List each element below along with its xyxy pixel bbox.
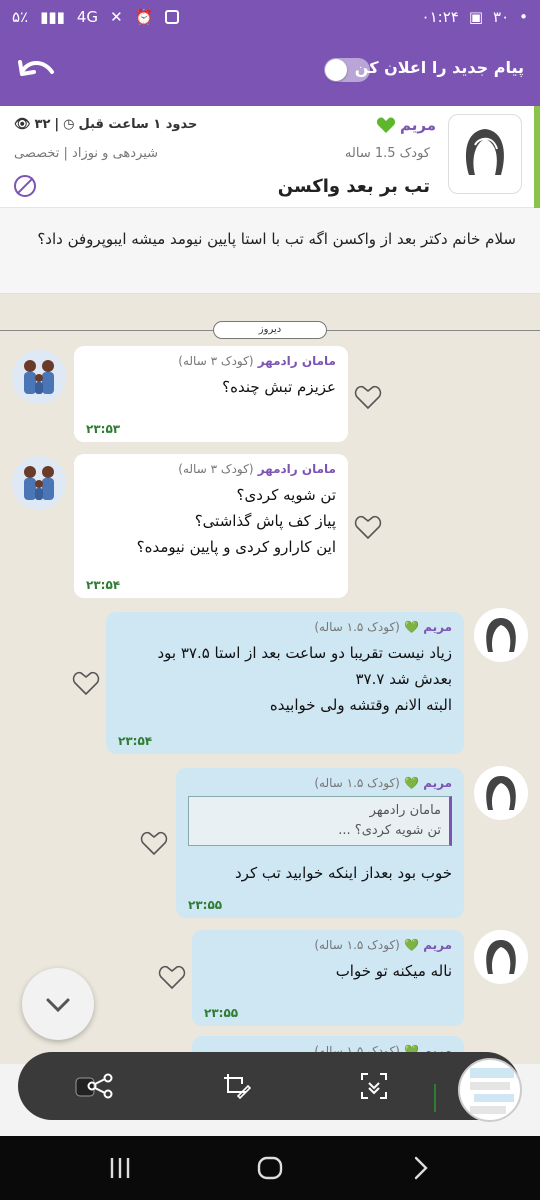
quote-name: مامان رادمهر — [369, 803, 441, 818]
message-text: تن شویه کردی؟ پیاز کف پاش گذاشتی؟ این کا… — [136, 486, 336, 556]
topic-category: شیردهی و نوزاد | تخصصی — [14, 146, 159, 161]
dot-icon: • — [519, 8, 528, 26]
notification-icon — [165, 10, 180, 24]
scan-text-icon[interactable] — [358, 1070, 390, 1102]
author-avatar[interactable] — [448, 114, 522, 194]
heart-outline-icon[interactable] — [354, 384, 382, 410]
question-text: سلام خانم دکتر بعد از واکسن اگه تب با اس… — [37, 230, 516, 248]
topic-title: تب بر بعد واکسن — [277, 176, 430, 197]
topic-author[interactable]: مریم — [376, 116, 436, 134]
message-text: خوب بود بعداز اینکه خوابید تب کرد — [234, 864, 452, 882]
message-bubble[interactable]: مریم 💚 (کودک ۱.۵ ساله) مامان رادمهر تن ش… — [176, 768, 464, 918]
green-heart-icon: 💚 — [404, 938, 419, 952]
scroll-down-button[interactable] — [22, 968, 94, 1040]
woman-avatar-icon — [466, 129, 504, 175]
notify-label: پیام جدید را اعلان کن — [354, 58, 524, 77]
toolbar-divider — [434, 1084, 436, 1112]
crop-edit-icon[interactable] — [220, 1070, 252, 1102]
message-time: ۲۳:۵۵ — [188, 898, 223, 912]
author-name: مریم — [399, 116, 436, 134]
avatar-maryam[interactable] — [474, 766, 528, 820]
question-box: سلام خانم دکتر بعد از واکسن اگه تب با اس… — [0, 208, 540, 294]
sender-name: مامان رادمهر (کودک ۳ ساله) — [178, 354, 336, 368]
message-time: ۲۳:۵۳ — [86, 422, 121, 436]
app-badge: ۳۰ — [493, 8, 510, 26]
alarm-icon: ⏰ — [134, 8, 154, 26]
toggle-knob — [325, 59, 347, 81]
woman-avatar-icon — [486, 776, 516, 810]
eye-icon: 👁 — [14, 117, 31, 132]
back-button[interactable] — [14, 52, 58, 88]
system-nav-bar — [0, 1136, 540, 1200]
green-heart-icon — [376, 117, 396, 133]
family-avatar-icon — [24, 360, 54, 394]
battery-percent: ۵٪ — [12, 8, 29, 26]
status-icons-left: ۵٪ ▮▮▮ 4G ✕ ⏰ — [12, 8, 180, 26]
message-time: ۲۳:۵۴ — [86, 578, 121, 592]
message-bubble[interactable]: مریم 💚 (کودک ۱.۵ ساله) زیاد نیست تقریبا … — [106, 612, 464, 754]
app-bar: پیام جدید را اعلان کن — [0, 34, 540, 106]
woman-avatar-icon — [486, 940, 516, 974]
message-text: ناله میکنه تو خواب — [335, 962, 452, 980]
gallery-icon: ▣ — [468, 8, 484, 26]
heart-outline-icon[interactable] — [72, 670, 100, 696]
message-time: ۲۳:۵۵ — [204, 1006, 239, 1020]
heart-outline-icon[interactable] — [354, 514, 382, 540]
heart-outline-icon[interactable] — [140, 830, 168, 856]
message-time: ۲۳:۵۴ — [118, 734, 153, 748]
recent-apps-icon[interactable] — [106, 1156, 134, 1180]
message-text: زیاد نیست تقریبا دو ساعت بعد از استا ۳۷.… — [157, 644, 452, 714]
meta-separator: | — [54, 117, 60, 132]
heart-outline-icon[interactable] — [158, 964, 186, 990]
author-child-age: کودک 1.5 ساله — [344, 146, 430, 161]
sender-name: مریم 💚 (کودک ۱.۵ ساله) — [314, 620, 452, 634]
message-text: عزیزم تبش چنده؟ — [222, 378, 336, 396]
block-icon[interactable] — [14, 175, 36, 197]
sender-name: مریم 💚 (کودک ۱.۵ ساله) — [314, 938, 452, 952]
screenshot-thumbnail[interactable] — [458, 1058, 522, 1122]
accent-strip — [534, 106, 540, 208]
mute-icon: ✕ — [110, 8, 123, 26]
green-heart-icon: 💚 — [404, 776, 419, 790]
avatar-mamanradmehr[interactable] — [12, 350, 66, 404]
message-bubble[interactable]: مامان رادمهر (کودک ۳ ساله) عزیزم تبش چند… — [74, 346, 348, 442]
green-heart-icon: 💚 — [404, 620, 419, 634]
screenshot-toolbar — [18, 1052, 520, 1120]
reply-quote[interactable]: مامان رادمهر تن شویه کردی؟ ... — [188, 796, 452, 846]
signal-icon: ▮▮▮ — [40, 8, 65, 26]
clock-icon: ◷ — [63, 117, 75, 132]
sender-name: مامان رادمهر (کودک ۳ ساله) — [178, 462, 336, 476]
topic-meta: حدود ۱ ساعت قبل ◷ | ۳۲ 👁 — [14, 117, 197, 132]
chevron-down-icon — [46, 998, 70, 1013]
time-ago: حدود ۱ ساعت قبل — [78, 117, 198, 132]
message-bubble[interactable]: مریم 💚 (کودک ۱.۵ ساله) ناله میکنه تو خوا… — [192, 930, 464, 1026]
clock: ۰۱:۲۴ — [421, 8, 459, 26]
avatar-mamanradmehr[interactable] — [12, 456, 66, 510]
avatar-maryam[interactable] — [474, 930, 528, 984]
quote-text: تن شویه کردی؟ ... — [338, 823, 441, 838]
sender-name: مریم 💚 (کودک ۱.۵ ساله) — [314, 776, 452, 790]
avatar-maryam[interactable] — [474, 608, 528, 662]
chat-area: دیروز مامان رادمهر (کودک ۳ ساله) عزیزم ت… — [0, 294, 540, 1064]
back-nav-icon[interactable] — [406, 1156, 434, 1180]
family-avatar-icon — [24, 466, 54, 500]
network-type: 4G — [76, 8, 99, 26]
share-icon[interactable] — [84, 1070, 116, 1102]
message-bubble[interactable]: مامان رادمهر (کودک ۳ ساله) تن شویه کردی؟… — [74, 454, 348, 598]
date-label: دیروز — [213, 321, 327, 339]
back-arrow-icon — [18, 60, 54, 76]
status-icons-right: ۰۱:۲۴ ▣ ۳۰ • — [422, 8, 528, 26]
view-count: ۳۲ — [34, 117, 51, 132]
status-bar: ۵٪ ▮▮▮ 4G ✕ ⏰ ۰۱:۲۴ ▣ ۳۰ • — [0, 0, 540, 34]
woman-avatar-icon — [486, 618, 516, 652]
home-icon[interactable] — [256, 1156, 284, 1180]
